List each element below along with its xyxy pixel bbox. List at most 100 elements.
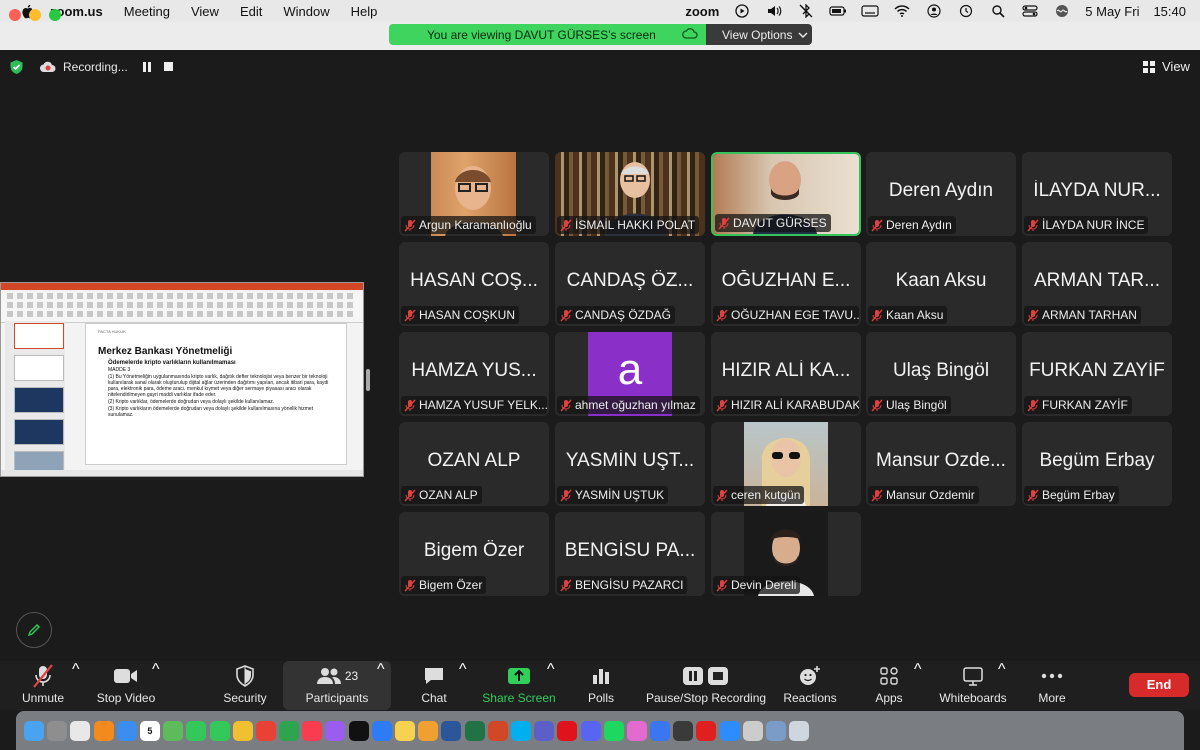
participant-tile[interactable]: Deren Aydın Deren Aydın bbox=[866, 152, 1016, 236]
spotlight-search-icon[interactable] bbox=[989, 4, 1007, 18]
dock-music-icon[interactable] bbox=[302, 720, 323, 741]
zoom-status-item[interactable]: zoom bbox=[685, 4, 719, 19]
fullscreen-window-button[interactable] bbox=[49, 9, 61, 21]
view-options-button[interactable]: View Options bbox=[706, 24, 812, 45]
dock-maps-icon[interactable] bbox=[163, 720, 184, 741]
volume-icon[interactable] bbox=[765, 4, 783, 18]
participant-tile[interactable]: Begüm Erbay Begüm Erbay bbox=[1022, 422, 1172, 506]
menu-help[interactable]: Help bbox=[351, 4, 378, 19]
dock-acrobat-icon[interactable] bbox=[696, 720, 717, 741]
dock-shortcuts-icon[interactable] bbox=[626, 720, 647, 741]
dock-chrome-icon[interactable] bbox=[255, 720, 276, 741]
view-layout-button[interactable]: View bbox=[1143, 59, 1190, 74]
chat-button[interactable]: Chat bbox=[416, 661, 452, 710]
dock-calendar-icon[interactable]: 5 bbox=[139, 720, 160, 741]
keyboard-icon[interactable] bbox=[861, 4, 879, 18]
participant-tile[interactable]: ARMAN TAR... ARMAN TARHAN bbox=[1022, 242, 1172, 326]
apps-options-chevron-icon[interactable]: ^ bbox=[914, 661, 922, 679]
close-window-button[interactable] bbox=[9, 9, 21, 21]
unmute-button[interactable]: Unmute bbox=[18, 661, 68, 710]
dock-trash-icon[interactable] bbox=[789, 720, 810, 741]
battery-icon[interactable] bbox=[829, 4, 847, 18]
dock-zoom-icon[interactable] bbox=[719, 720, 740, 741]
dock-mail-icon[interactable] bbox=[116, 720, 137, 741]
participant-tile[interactable]: HASAN COŞ... HASAN COŞKUN bbox=[399, 242, 549, 326]
dock-discord-icon[interactable] bbox=[580, 720, 601, 741]
participant-tile[interactable]: İSMAİL HAKKI POLAT bbox=[555, 152, 705, 236]
minimize-window-button[interactable] bbox=[29, 9, 41, 21]
menu-meeting[interactable]: Meeting bbox=[124, 4, 170, 19]
dock-numbers-icon[interactable] bbox=[279, 720, 300, 741]
dock-powerpoint-icon[interactable] bbox=[487, 720, 508, 741]
menu-time[interactable]: 15:40 bbox=[1153, 4, 1186, 19]
shared-screen[interactable]: PACTA HUKUK Merkez Bankası Yönetmeliği Ö… bbox=[0, 282, 364, 477]
audio-options-chevron-icon[interactable]: ^ bbox=[72, 661, 80, 679]
dock-finder-icon[interactable] bbox=[24, 720, 44, 741]
dock-excel-icon[interactable] bbox=[464, 720, 485, 741]
share-screen-button[interactable]: Share Screen bbox=[482, 661, 556, 710]
encryption-shield-icon[interactable] bbox=[9, 59, 24, 75]
dock-pages-icon[interactable] bbox=[418, 720, 439, 741]
participant-tile[interactable]: a ahmet oğuzhan yılmaz bbox=[555, 332, 705, 416]
share-options-chevron-icon[interactable]: ^ bbox=[547, 661, 555, 679]
menu-date[interactable]: 5 May Fri bbox=[1085, 4, 1139, 19]
participants-options-chevron-icon[interactable]: ^ bbox=[377, 661, 385, 679]
dock-podcasts-icon[interactable] bbox=[325, 720, 346, 741]
dock-photos-icon[interactable] bbox=[232, 720, 253, 741]
dock-firefox-icon[interactable] bbox=[93, 720, 114, 741]
polls-button[interactable]: Polls bbox=[584, 661, 618, 710]
participant-tile[interactable]: Kaan Aksu Kaan Aksu bbox=[866, 242, 1016, 326]
participant-tile[interactable]: OZAN ALP OZAN ALP bbox=[399, 422, 549, 506]
participant-tile[interactable]: HIZIR ALİ KA... HIZIR ALİ KARABUDAK bbox=[711, 332, 861, 416]
end-meeting-button[interactable]: End bbox=[1129, 673, 1189, 697]
play-icon[interactable] bbox=[733, 4, 751, 18]
participant-tile[interactable]: Ulaş Bingöl Ulaş Bingöl bbox=[866, 332, 1016, 416]
menu-edit[interactable]: Edit bbox=[240, 4, 262, 19]
dock-tv-icon[interactable] bbox=[348, 720, 369, 741]
control-center-icon[interactable] bbox=[1021, 4, 1039, 18]
dock-app-store-icon[interactable] bbox=[371, 720, 392, 741]
whiteboards-options-chevron-icon[interactable]: ^ bbox=[998, 661, 1006, 679]
chat-options-chevron-icon[interactable]: ^ bbox=[459, 661, 467, 679]
siri-icon[interactable] bbox=[1053, 4, 1071, 18]
security-button[interactable]: Security bbox=[220, 661, 270, 710]
stop-video-button[interactable]: Stop Video bbox=[94, 661, 158, 710]
participant-tile[interactable]: HAMZA YUS... HAMZA YUSUF YELK... bbox=[399, 332, 549, 416]
menu-window[interactable]: Window bbox=[283, 4, 329, 19]
dock-opera-icon[interactable] bbox=[557, 720, 578, 741]
participant-tile[interactable]: BENGİSU PA... BENGİSU PAZARCI bbox=[555, 512, 705, 596]
participant-tile[interactable]: CANDAŞ ÖZ... CANDAŞ ÖZDAĞ bbox=[555, 242, 705, 326]
stop-recording-icon[interactable] bbox=[164, 62, 173, 71]
dock-word-icon[interactable] bbox=[441, 720, 462, 741]
reactions-button[interactable]: Reactions bbox=[782, 661, 838, 710]
video-options-chevron-icon[interactable]: ^ bbox=[152, 661, 160, 679]
dock-recent-icon[interactable] bbox=[742, 720, 763, 741]
annotate-button[interactable] bbox=[16, 612, 52, 648]
wifi-icon[interactable] bbox=[893, 4, 911, 18]
apps-button[interactable]: Apps bbox=[872, 661, 906, 710]
participant-tile[interactable]: Bigem Özer Bigem Özer bbox=[399, 512, 549, 596]
dock-facetime-icon[interactable] bbox=[209, 720, 230, 741]
participant-tile[interactable]: OĞUZHAN E... OĞUZHAN EGE TAVU... bbox=[711, 242, 861, 326]
participant-tile[interactable]: Devin Dereli bbox=[711, 512, 861, 596]
dock-notes-icon[interactable] bbox=[395, 720, 415, 741]
dock-safari-icon[interactable] bbox=[70, 720, 91, 741]
participant-tile[interactable]: ceren kutgün bbox=[711, 422, 861, 506]
participants-button[interactable]: 23 Participants bbox=[283, 661, 391, 710]
bluetooth-off-icon[interactable] bbox=[797, 3, 815, 19]
dock-spotify-icon[interactable] bbox=[603, 720, 624, 741]
pause-recording-icon[interactable] bbox=[142, 62, 152, 72]
dock-messages-icon[interactable] bbox=[186, 720, 207, 741]
more-button[interactable]: More bbox=[1034, 661, 1070, 710]
dock-downloads-icon[interactable] bbox=[766, 720, 786, 741]
menu-view[interactable]: View bbox=[191, 4, 219, 19]
pause-stop-recording-button[interactable]: Pause/Stop Recording bbox=[646, 661, 766, 710]
participant-tile[interactable]: Argun Karamanlıoğlu bbox=[399, 152, 549, 236]
dock-signal-icon[interactable] bbox=[650, 720, 671, 741]
participant-tile[interactable]: FURKAN ZAYİF FURKAN ZAYİF bbox=[1022, 332, 1172, 416]
dock-launchpad-icon[interactable] bbox=[47, 720, 68, 741]
dock-skype-icon[interactable] bbox=[510, 720, 531, 741]
time-machine-icon[interactable] bbox=[957, 4, 975, 18]
dock-teams-icon[interactable] bbox=[534, 720, 555, 741]
participant-tile[interactable]: Mansur Ozde... Mansur Ozdemir bbox=[866, 422, 1016, 506]
